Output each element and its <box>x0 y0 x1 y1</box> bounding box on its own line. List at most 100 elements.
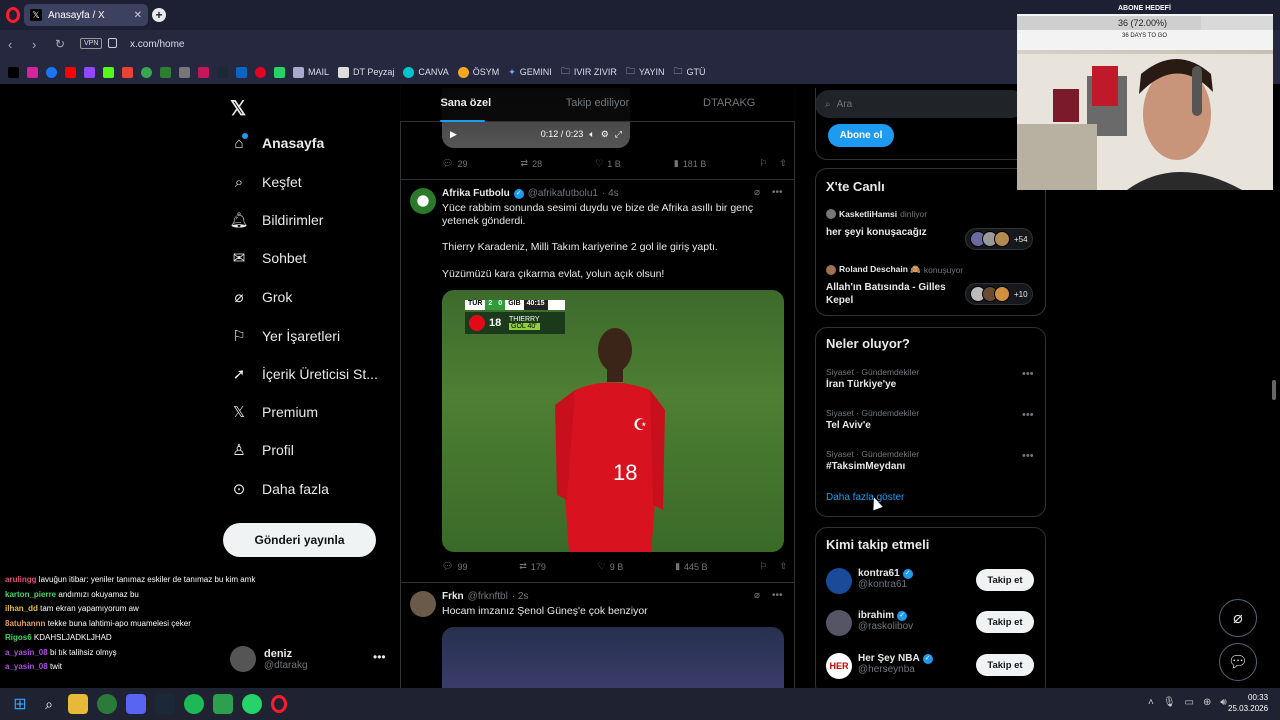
bookmark-icon[interactable]: ⚐ <box>759 158 767 169</box>
bookmark-canva[interactable]: CANVA <box>403 66 449 78</box>
follow-button[interactable]: Takip et <box>976 569 1034 591</box>
chevron-up-icon[interactable]: ˄ <box>1148 697 1154 708</box>
reply-button[interactable]: 💬︎ 99 <box>442 561 467 572</box>
share-icon[interactable]: ⇧ <box>779 158 787 169</box>
avatar[interactable] <box>826 568 852 594</box>
bookmark-dt-peyzaj[interactable]: DT Peyzaj <box>338 66 394 78</box>
more-icon[interactable]: ••• <box>772 590 783 601</box>
avatar[interactable] <box>410 591 436 617</box>
avatar[interactable] <box>826 610 852 636</box>
teams-icon[interactable] <box>126 694 146 714</box>
microphone-icon[interactable]: 🎙︎ <box>1163 697 1176 708</box>
nav-grok[interactable]: ⌀ Grok <box>230 288 292 306</box>
more-icon[interactable]: ••• <box>373 650 386 664</box>
nav-messages[interactable]: ✉ Sohbet <box>230 249 307 267</box>
trend-item[interactable]: Siyaset · Gündemdekiler Tel Aviv'e <box>826 408 919 431</box>
follow-suggestion[interactable]: ibrahim ✓ @raskolibov <box>858 610 913 632</box>
more-icon[interactable]: ••• <box>1022 409 1034 421</box>
bookmark-osym[interactable]: ÖSYM <box>457 66 499 78</box>
author-handle[interactable]: @afrikafutbolu1 <box>528 188 598 199</box>
lock-icon[interactable] <box>108 38 117 48</box>
display-icon[interactable]: ▭ <box>1185 697 1194 708</box>
bookmark-icon[interactable]: ⚐ <box>759 561 767 572</box>
back-icon[interactable]: ‹ <box>8 37 12 52</box>
search-icon[interactable]: ⌕ <box>39 694 59 714</box>
bookmark-gemini[interactable]: ✦ GEMINI <box>508 67 552 78</box>
nav-explore[interactable]: ⌕ Keşfet <box>230 173 302 191</box>
post-button[interactable]: Gönderi yayınla <box>223 523 376 557</box>
play-icon[interactable]: ▶ <box>450 129 457 140</box>
link-bookmark-icon[interactable] <box>179 66 190 78</box>
facebook-bookmark-icon[interactable] <box>46 66 57 78</box>
scrollbar[interactable] <box>1272 380 1276 400</box>
messages-fab[interactable]: 💬︎ <box>1219 643 1257 681</box>
vpn-badge[interactable]: VPN <box>80 38 103 49</box>
gmail-bookmark-icon[interactable] <box>122 66 133 78</box>
reply-button[interactable]: 💬︎ 29 <box>442 158 467 169</box>
tweet-time[interactable]: · 4s <box>602 188 619 199</box>
spotify-icon[interactable] <box>184 694 204 714</box>
new-tab-button[interactable]: + <box>152 8 166 22</box>
maps-app-icon[interactable] <box>97 694 117 714</box>
grok-icon[interactable]: ⌀ <box>754 590 760 601</box>
follow-suggestion[interactable]: Her Şey NBA ✓ @herseynba <box>858 653 933 675</box>
x-bookmark-icon[interactable] <box>8 66 19 78</box>
trend-item[interactable]: Siyaset · Gündemdekiler #TaksimMeydanı <box>826 449 919 472</box>
pinterest-bookmark-icon[interactable] <box>255 66 266 78</box>
forward-icon[interactable]: › <box>32 37 36 52</box>
fullscreen-icon[interactable]: ⤢ <box>615 129 622 140</box>
bookmark-gtu[interactable]: 🗀 GTÜ <box>674 64 706 80</box>
mute-icon[interactable]: 🔈︎ <box>589 129 594 140</box>
kick-bookmark-icon[interactable] <box>103 66 114 78</box>
grok-fab[interactable]: ⌀ <box>1219 599 1257 637</box>
whatsapp-icon[interactable] <box>242 694 262 714</box>
repost-button[interactable]: ⇄ 179 <box>519 561 546 572</box>
steam-bookmark-icon[interactable] <box>217 66 228 78</box>
x-logo-icon[interactable]: 𝕏 <box>230 96 246 121</box>
steam-icon[interactable] <box>155 694 175 714</box>
instagram-bookmark-icon[interactable] <box>27 66 38 78</box>
file-explorer-icon[interactable] <box>68 694 88 714</box>
tweet-image[interactable] <box>442 627 784 689</box>
twitch-bookmark-icon[interactable] <box>84 66 95 78</box>
subscribe-button[interactable]: Abone ol <box>828 124 894 147</box>
windows-start-icon[interactable]: ⊞ <box>10 694 30 714</box>
follow-button[interactable]: Takip et <box>976 654 1034 676</box>
network-icon[interactable]: ⊕ <box>1203 697 1211 708</box>
volume-icon[interactable]: 🔊︎ <box>1220 697 1226 708</box>
nav-bookmarks[interactable]: ⚐ Yer İşaretleri <box>230 327 340 345</box>
nav-profile[interactable]: ♙ Profil <box>230 441 294 459</box>
opera-icon[interactable] <box>271 695 287 713</box>
youtube-bookmark-icon[interactable] <box>65 66 76 78</box>
linkedin-bookmark-icon[interactable] <box>236 66 247 78</box>
opera-logo-icon[interactable] <box>6 7 20 23</box>
kick-app-icon[interactable] <box>213 694 233 714</box>
tab-for-you[interactable]: Sana özel <box>400 86 532 121</box>
follow-button[interactable]: Takip et <box>976 611 1034 633</box>
whatsapp-bookmark-icon[interactable] <box>274 66 285 78</box>
live-space-title[interactable]: Allah'ın Batısında - Gilles Kepel <box>826 281 956 307</box>
author-name[interactable]: Frkn <box>442 591 464 602</box>
nav-creator-studio[interactable]: ➚ İçerik Üreticisi St... <box>230 365 378 383</box>
avatar[interactable] <box>410 188 436 214</box>
close-tab-icon[interactable]: ✕ <box>134 10 142 21</box>
repost-button[interactable]: ⇄ 28 <box>521 158 543 169</box>
bookmark-mail[interactable]: MAIL <box>293 66 329 78</box>
live-space-title[interactable]: her şeyi konuşacağız <box>826 227 927 238</box>
trend-item[interactable]: Siyaset · Gündemdekiler İran Türkiye'ye <box>826 367 919 390</box>
maps-bookmark-icon[interactable] <box>141 66 152 78</box>
share-icon[interactable]: ⇧ <box>779 561 787 572</box>
more-icon[interactable]: ••• <box>1022 368 1034 380</box>
grok-icon[interactable]: ⌀ <box>754 187 760 198</box>
red-bookmark-icon[interactable] <box>198 66 209 78</box>
author-handle[interactable]: @frknftbl <box>468 591 508 602</box>
nav-notifications[interactable]: 🔔︎ Bildirimler <box>229 211 323 229</box>
follow-suggestion[interactable]: kontra61 ✓ @kontra61 <box>858 568 913 590</box>
more-icon[interactable]: ••• <box>772 187 783 198</box>
views-button[interactable]: ▮ 445 B <box>675 561 707 572</box>
show-more-link[interactable]: Daha fazla göster <box>826 492 904 503</box>
more-icon[interactable]: ••• <box>1022 450 1034 462</box>
listeners-pill[interactable]: +54 <box>965 228 1033 250</box>
avatar[interactable]: HER <box>826 653 852 679</box>
views-button[interactable]: ▮ 181 B <box>674 158 706 169</box>
